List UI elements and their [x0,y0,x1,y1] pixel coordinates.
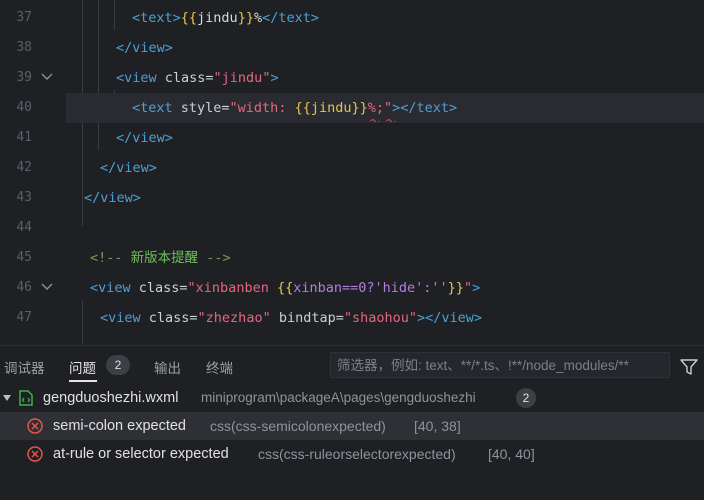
indent-guide [98,0,99,150]
code-line-43: </view> [84,183,704,213]
code-token: xinban==0?'hide':'' [293,280,448,296]
problem-message: at-rule or selector expected [53,446,229,462]
filter-funnel-icon[interactable] [680,359,698,375]
code-token: > [472,280,481,296]
problem-position: [40, 38] [414,418,461,434]
tab-debugger[interactable]: 调试器 [4,357,45,377]
line-number: 46 [16,280,32,295]
code-token: "width: [229,100,295,116]
indent-guide [114,0,115,30]
code-token: <view [100,310,141,326]
code-line-41: </view> [116,123,704,153]
code-token: > [270,70,279,86]
line-number: 37 [16,10,32,25]
code-token: style= [172,100,230,116]
problem-source: css(css-ruleorselectorexpected) [258,446,456,462]
bottom-panel: 调试器 问题 2 输出 终端 gengduoshezhi.wxml minipr… [0,345,704,500]
problems-filter-input[interactable] [330,352,670,378]
code-token: {{ [276,280,294,296]
error-icon [27,418,43,434]
code-token: jindu [197,10,238,26]
code-token: "zhezhao" [197,310,271,326]
code-token: %;" [367,100,393,116]
code-token: </text> [400,100,458,116]
line-number: 42 [16,160,32,175]
code-token: class= [156,70,214,86]
line-number-gutter: 37 38 39 40 41 42 43 44 45 46 47 [0,0,66,345]
line-number: 45 [16,250,32,265]
code-token: <text [132,100,173,116]
code-line-38: </view> [116,33,704,63]
code-line-39: <view class="jindu"> [116,63,704,93]
line-number: 41 [16,130,32,145]
problems-count-badge: 2 [106,355,130,375]
code-token: }} [237,10,254,26]
problem-item[interactable]: at-rule or selector expected css(css-rul… [0,440,704,468]
problems-file-row[interactable]: gengduoshezhi.wxml miniprogram\packageA\… [0,384,704,412]
line-number: 43 [16,190,32,205]
code-token: </view> [425,310,483,326]
code-line-37: <text>{{jindu}}%</text> [132,3,704,33]
line-number: 47 [16,310,32,325]
code-token: <view [90,280,131,296]
code-token: jindu [310,100,352,116]
code-token: class= [130,280,188,296]
code-token: </view> [116,130,173,146]
code-token: {{ [294,100,311,116]
active-tab-indicator [69,380,97,382]
code-token: </text> [262,10,319,26]
problem-source: css(css-semicolonexpected) [210,418,386,434]
code-line-47: <view class="zhezhao" bindtap="shaohou">… [100,303,704,333]
code-line-40: <text style="width: {{jindu}}%;"></text> [132,93,704,123]
line-number: 40 [16,100,32,115]
error-squiggle [369,119,381,122]
error-squiggle [385,119,397,122]
code-token: <view [116,70,157,86]
code-token: </view> [116,40,173,56]
code-line-45: <!-- 新版本提醒 --> [90,243,704,273]
file-path: miniprogram\packageA\pages\gengduoshezhi [201,390,476,405]
code-token: "shaohou" [343,310,418,326]
line-number: 44 [16,220,32,235]
code-token: <text> [132,10,181,26]
problem-item[interactable]: semi-colon expected css(css-semicolonexp… [0,412,704,440]
problem-position: [40, 40] [488,446,535,462]
code-token: 新版本提醒 [130,250,199,266]
file-code-icon [19,390,33,406]
code-token: <!-- [90,250,131,266]
code-token: }} [351,100,368,116]
code-token: > [417,310,426,326]
tab-terminal[interactable]: 终端 [206,357,233,377]
tab-output[interactable]: 输出 [154,357,181,377]
chevron-down-icon[interactable] [3,395,11,401]
code-token: "jindu" [213,70,271,86]
file-problems-count-badge: 2 [516,388,536,408]
code-token: class= [140,310,198,326]
code-token: </view> [100,160,157,176]
code-editor[interactable]: 37 38 39 40 41 42 43 44 45 46 47 <text>{… [0,0,704,345]
code-token: }} [447,280,464,296]
code-line-42: </view> [100,153,704,183]
code-token: " [463,280,473,296]
fold-chevron-icon[interactable] [41,63,53,93]
panel-tabs: 调试器 问题 2 输出 终端 [0,346,330,384]
tab-problems[interactable]: 问题 [69,357,96,377]
code-token: bindtap= [270,310,344,326]
line-number: 39 [16,70,32,85]
line-number: 38 [16,40,32,55]
code-token: </view> [84,190,141,206]
code-token: "xinbanben [187,280,277,296]
code-line-46: <view class="xinbanben {{xinban==0?'hide… [90,273,704,303]
problem-message: semi-colon expected [53,418,186,434]
code-token: --> [198,250,231,266]
error-icon [27,446,43,462]
file-name: gengduoshezhi.wxml [43,390,179,406]
indent-guide [82,300,83,345]
code-token: % [253,10,263,26]
code-token: {{ [180,10,198,26]
fold-chevron-icon[interactable] [41,273,53,303]
